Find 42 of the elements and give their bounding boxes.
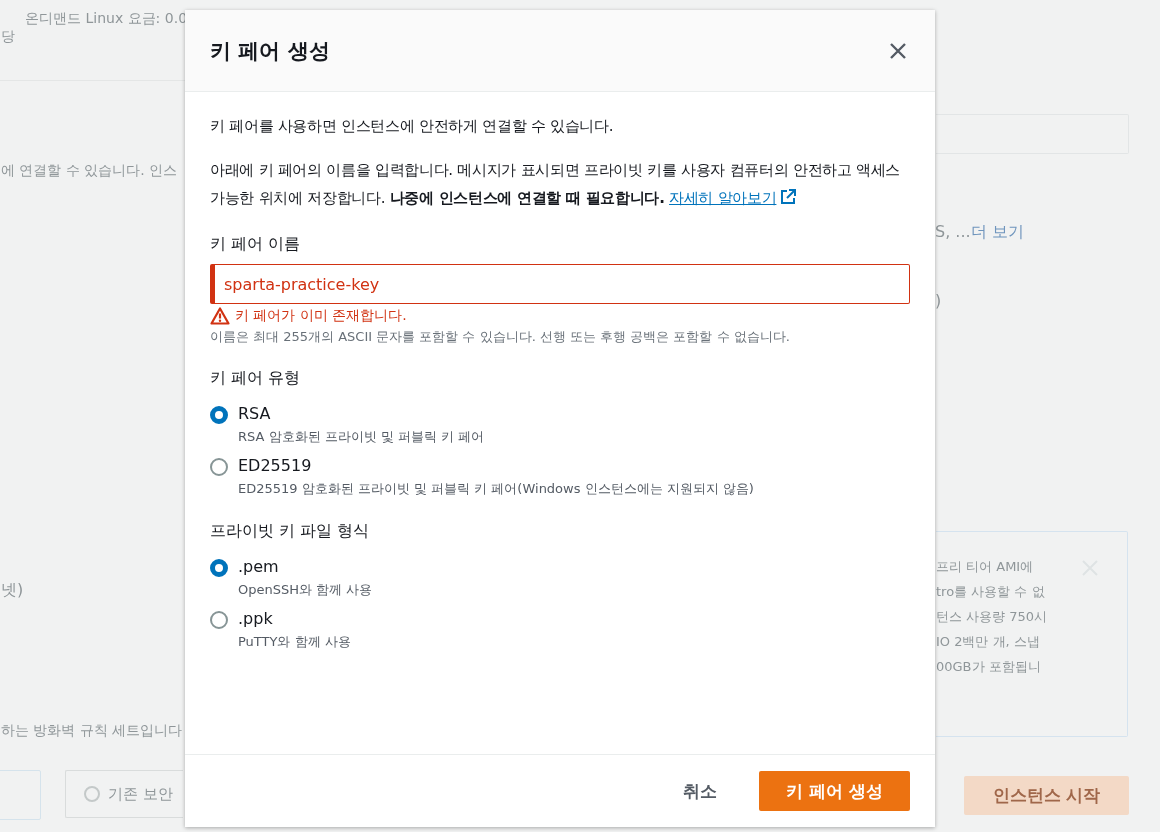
group-label: 프라이빗 키 파일 형식: [210, 521, 371, 542]
input-field[interactable]: [936, 114, 1129, 154]
hint-text: 이름은 최대 255개의 ASCII 문자를 포함할 수 있습니다. 선행 또는 후행 공백은 포함할 수 없습니다.: [210, 328, 791, 346]
page-text: 에 연결할 수 있습니다. 인스: [1, 162, 178, 180]
page-text: 하는 방화벽 규칙 세트입니다: [1, 722, 183, 740]
page-text: S, ...더 보기: [935, 222, 1024, 243]
option-description: RSA 암호화된 프라이빗 및 퍼블릭 키 페어: [238, 428, 485, 446]
group-label: 키 페어 유형: [210, 368, 302, 389]
option-label: ED25519: [238, 455, 312, 477]
more-link[interactable]: 더 보기: [970, 222, 1024, 241]
key-name-field[interactable]: sparta-practice-key: [210, 264, 910, 304]
field-label: 키 페어 이름: [210, 234, 302, 255]
learn-more-link[interactable]: 자세히 알아보기: [669, 189, 797, 207]
page-text: 넷): [1, 580, 24, 601]
create-button[interactable]: 키 페어 생성: [759, 771, 910, 811]
option-label: .pem: [238, 556, 279, 578]
radio-button[interactable]: [210, 611, 228, 629]
radio-button[interactable]: [210, 559, 228, 577]
option-description: PuTTY와 함께 사용: [238, 633, 351, 651]
dialog-title: 키 페어 생성: [210, 37, 330, 65]
info-text: 프리 티어 AMI에: [936, 558, 1034, 576]
option-label: .ppk: [238, 608, 273, 630]
option-description: OpenSSH와 함께 사용: [238, 581, 373, 599]
option-label: RSA: [238, 403, 271, 425]
option-description: ED25519 암호화된 프라이빗 및 퍼블릭 키 페어(Windows 인스턴스에는 지원되지 않음): [238, 480, 754, 498]
intro-text: 키 페어를 사용하면 인스턴스에 안전하게 연결할 수 있습니다.: [210, 116, 615, 137]
existing-option[interactable]: 기존 보안: [65, 770, 183, 818]
close-icon[interactable]: [889, 41, 907, 60]
page-text: 당: [1, 28, 15, 46]
radio-button[interactable]: [210, 406, 228, 424]
error-text: 키 페어가 이미 존재합니다.: [235, 307, 407, 325]
cancel-button[interactable]: 취소: [671, 771, 730, 811]
warning-icon: [210, 307, 230, 325]
radio-button[interactable]: [84, 786, 100, 802]
info-text: 턴스 사용량 750시: [936, 608, 1048, 626]
radio-button[interactable]: [210, 458, 228, 476]
page-text: ): [935, 291, 942, 310]
info-text: tro를 사용할 수 없: [936, 583, 1045, 601]
description-text: 아래에 키 페어의 이름을 입력합니다. 메시지가 표시되면 프라이빗 키를 사용자 컴퓨터의 안전하고 액세스 가능한 위치에 저장합니다. 나중에 인스턴스에 연결할 때 필요합니다. 자세히 알아보기: [210, 160, 902, 209]
info-text: IO 2백만 개, 스냅: [936, 633, 1040, 651]
info-text: 00GB가 포함됩니: [936, 658, 1041, 676]
external-link-icon: [780, 189, 797, 205]
